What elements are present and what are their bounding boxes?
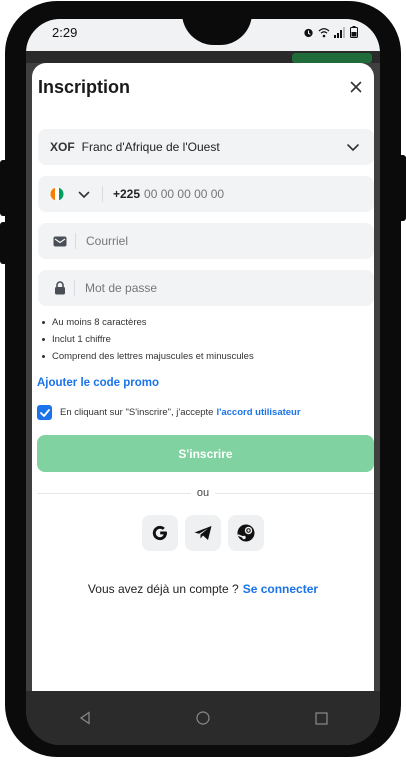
password-rules: Au moins 8 caractères Inclut 1 chiffre C… [42, 314, 254, 365]
modal-title: Inscription [38, 77, 131, 97]
password-rule: Comprend des lettres majuscules et minus… [42, 348, 254, 365]
add-promo-code-link[interactable]: Ajouter le code promo [37, 377, 159, 389]
status-icons [303, 26, 358, 38]
google-login-button[interactable] [142, 515, 178, 551]
user-agreement-link[interactable]: l'accord utilisateur [216, 407, 300, 418]
lock-icon [55, 281, 65, 295]
agreement-text: En cliquant sur "S'inscrire", j'accepte [60, 407, 214, 418]
recents-nav-button[interactable] [301, 706, 341, 730]
side-button-left [0, 160, 8, 216]
signup-button[interactable]: S'inscrire [37, 435, 374, 472]
field-divider [102, 186, 103, 202]
password-rule: Au moins 8 caractères [42, 314, 254, 331]
alarm-icon [304, 28, 313, 37]
ivory-coast-flag-icon [50, 187, 64, 201]
home-circle-icon [196, 711, 210, 725]
login-prompt: Vous avez déjà un compte ? [87, 582, 239, 596]
login-link[interactable]: Se connecter [243, 582, 318, 596]
currency-select[interactable]: XOF Franc d'Afrique de l'Ouest [38, 129, 374, 165]
back-nav-button[interactable] [65, 706, 105, 730]
phone-input[interactable] [144, 187, 325, 201]
home-nav-button[interactable] [183, 706, 223, 730]
android-nav-bar [26, 691, 380, 745]
email-field[interactable]: Courriel [38, 223, 374, 259]
telegram-login-button[interactable] [185, 515, 221, 551]
google-icon [152, 525, 168, 541]
email-placeholder: Courriel [86, 234, 129, 248]
signal-icon [334, 26, 345, 38]
phone-prefix: +225 [113, 187, 141, 201]
battery-icon [350, 26, 358, 38]
agreement-row: En cliquant sur "S'inscrire", j'accepte … [37, 405, 301, 420]
wifi-icon [318, 27, 330, 37]
social-login-row [32, 515, 374, 551]
check-icon [39, 408, 50, 417]
field-divider [75, 233, 76, 249]
field-divider [74, 280, 75, 296]
or-label: ou [190, 487, 216, 499]
password-field[interactable]: Mot de passe [38, 270, 374, 306]
password-placeholder: Mot de passe [85, 281, 158, 295]
side-button-left-lower [0, 222, 8, 264]
agreement-checkbox[interactable] [37, 405, 52, 420]
camera-notch [182, 19, 252, 45]
background-button [292, 53, 372, 63]
close-icon[interactable] [348, 79, 364, 95]
phone-field[interactable]: +225 [38, 176, 374, 212]
steam-login-button[interactable] [228, 515, 264, 551]
registration-modal: Inscription XOF Franc d'Afrique de l'Oue… [32, 63, 374, 691]
recents-square-icon [314, 711, 328, 725]
country-selector[interactable] [50, 187, 90, 201]
chevron-down-icon [347, 144, 359, 152]
login-prompt-row: Vous avez déjà un compte ? Se connecter [32, 582, 374, 596]
chevron-down-icon [78, 191, 90, 198]
password-rule: Inclut 1 chiffre [42, 331, 254, 348]
status-bar: 2:29 [26, 19, 380, 51]
phone-screen: 2:29 Inscription XOF Franc d'Afrique de … [26, 19, 380, 745]
side-button-right [398, 155, 406, 221]
steam-icon [237, 524, 255, 542]
currency-code: XOF [50, 140, 75, 154]
or-divider: ou [32, 487, 374, 499]
envelope-icon [53, 236, 67, 246]
telegram-icon [194, 526, 212, 540]
back-triangle-icon [79, 711, 90, 725]
currency-name: Franc d'Afrique de l'Ouest [81, 140, 220, 154]
status-time: 2:29 [52, 25, 78, 40]
